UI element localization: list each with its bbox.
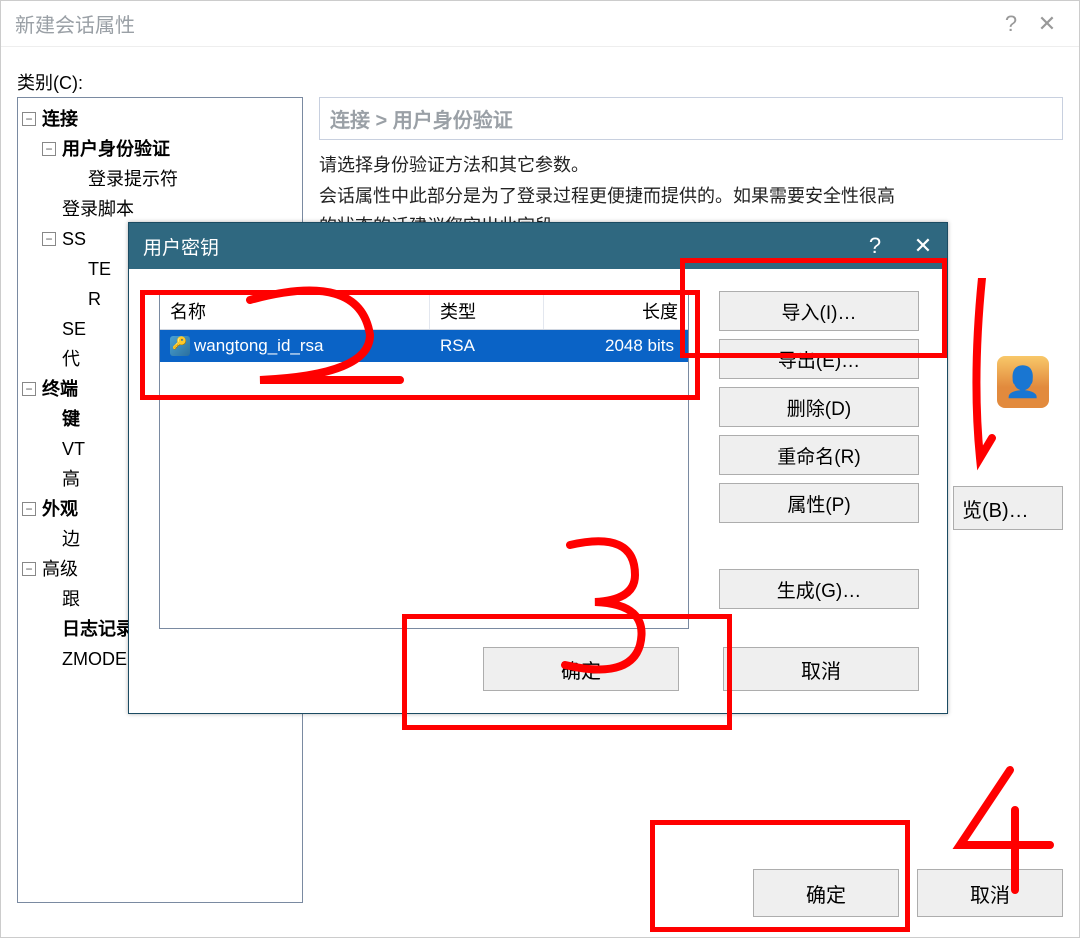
- tree-se[interactable]: SE: [62, 314, 86, 344]
- key-button-column: 导入(I)… 导出(E)… 删除(D) 重命名(R) 属性(P) 生成(G)…: [719, 291, 919, 609]
- key-cancel-button[interactable]: 取消: [723, 647, 919, 691]
- main-title: 新建会话属性: [15, 9, 135, 38]
- tree-trace[interactable]: 跟: [62, 584, 80, 614]
- key-dialog-title: 用户密钥: [143, 233, 219, 260]
- browse-button[interactable]: 览(B)…: [953, 486, 1063, 530]
- expander-icon[interactable]: −: [22, 502, 36, 516]
- col-name[interactable]: 名称: [160, 292, 430, 329]
- key-icon: [170, 336, 190, 356]
- tree-appearance[interactable]: 外观: [42, 494, 78, 524]
- tree-te[interactable]: TE: [88, 254, 111, 284]
- user-key-dialog: 用户密钥 ? ✕ 名称 类型 长度 wangtong_id_rsa RSA 20…: [128, 222, 948, 714]
- col-type[interactable]: 类型: [430, 292, 544, 329]
- expander-icon[interactable]: −: [22, 562, 36, 576]
- tree-login-script[interactable]: 登录脚本: [62, 194, 134, 224]
- user-avatar-icon: 👤: [997, 356, 1049, 408]
- key-bottom-buttons: 确定 取消: [483, 647, 919, 691]
- tree-terminal[interactable]: 终端: [42, 374, 78, 404]
- tree-proxy[interactable]: 代: [62, 344, 80, 374]
- export-button[interactable]: 导出(E)…: [719, 339, 919, 379]
- main-titlebar: 新建会话属性 ? ✕: [1, 1, 1079, 47]
- key-list-header: 名称 类型 长度: [160, 292, 688, 330]
- key-ok-button[interactable]: 确定: [483, 647, 679, 691]
- generate-button[interactable]: 生成(G)…: [719, 569, 919, 609]
- tree-adv[interactable]: 高: [62, 464, 80, 494]
- ok-button[interactable]: 确定: [753, 869, 899, 917]
- expander-icon[interactable]: −: [22, 112, 36, 126]
- tree-login-prompt[interactable]: 登录提示符: [88, 164, 178, 194]
- tree-ss[interactable]: SS: [62, 224, 86, 254]
- key-titlebar: 用户密钥 ? ✕: [129, 223, 947, 269]
- cancel-button[interactable]: 取消: [917, 869, 1063, 917]
- key-dialog-body: 名称 类型 长度 wangtong_id_rsa RSA 2048 bits 导…: [129, 269, 947, 713]
- help-icon[interactable]: ?: [993, 11, 1029, 37]
- breadcrumb: 连接 > 用户身份验证: [319, 97, 1063, 140]
- tree-advanced[interactable]: 高级: [42, 554, 78, 584]
- key-list[interactable]: 名称 类型 长度 wangtong_id_rsa RSA 2048 bits: [159, 291, 689, 629]
- expander-icon[interactable]: −: [42, 232, 56, 246]
- tree-vt[interactable]: VT: [62, 434, 85, 464]
- category-label: 类别(C):: [17, 69, 1063, 95]
- close-icon[interactable]: ✕: [899, 233, 947, 259]
- close-icon[interactable]: ✕: [1029, 11, 1065, 37]
- property-button[interactable]: 属性(P): [719, 483, 919, 523]
- key-list-row[interactable]: wangtong_id_rsa RSA 2048 bits: [160, 330, 688, 362]
- tree-key[interactable]: 键: [62, 404, 80, 434]
- tree-log[interactable]: 日志记录: [62, 614, 134, 644]
- tree-connection[interactable]: 连接: [42, 104, 78, 134]
- delete-button[interactable]: 删除(D): [719, 387, 919, 427]
- tree-user-auth[interactable]: 用户身份验证: [62, 134, 170, 164]
- help-icon[interactable]: ?: [851, 233, 899, 259]
- tree-margin[interactable]: 边: [62, 524, 80, 554]
- expander-icon[interactable]: −: [42, 142, 56, 156]
- col-length[interactable]: 长度: [544, 292, 688, 329]
- expander-icon[interactable]: −: [22, 382, 36, 396]
- import-button[interactable]: 导入(I)…: [719, 291, 919, 331]
- rename-button[interactable]: 重命名(R): [719, 435, 919, 475]
- main-bottom-buttons: 确定 取消: [753, 869, 1063, 917]
- tree-r[interactable]: R: [88, 284, 101, 314]
